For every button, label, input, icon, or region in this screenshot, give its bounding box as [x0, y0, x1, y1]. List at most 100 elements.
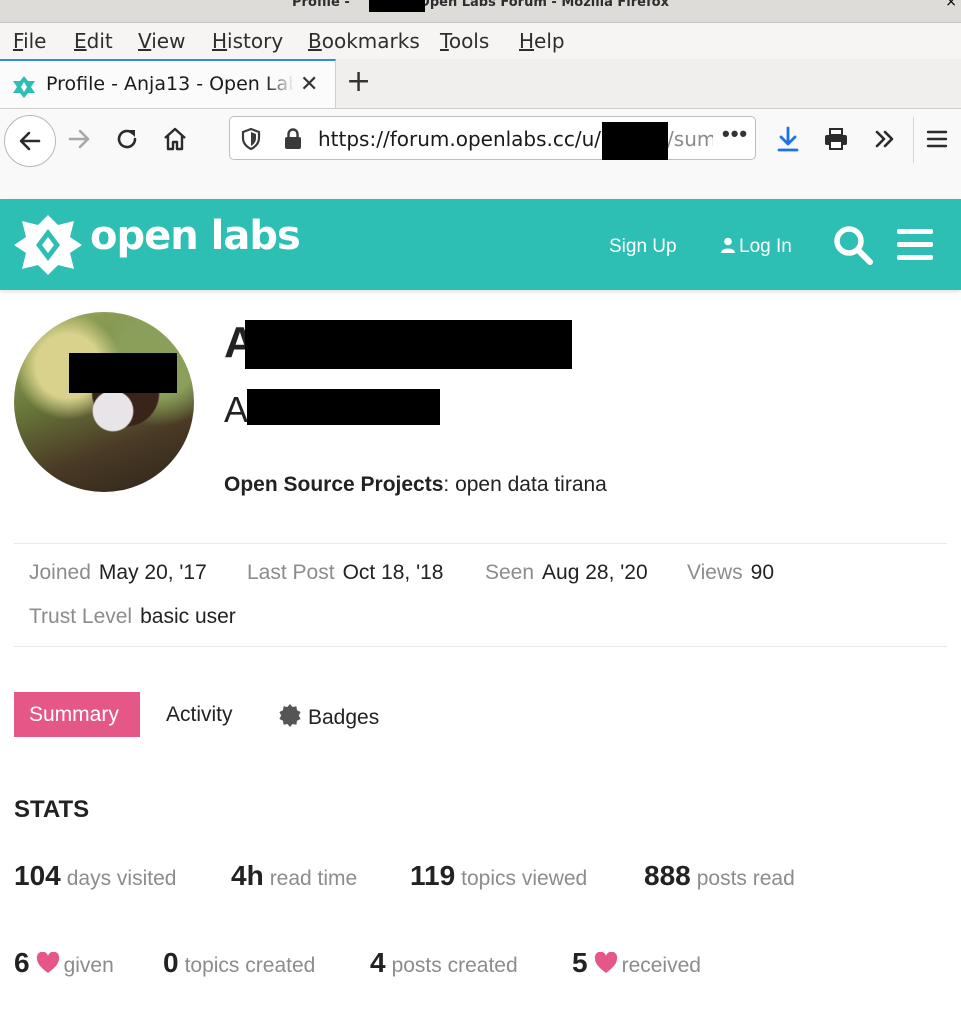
forum-header: open labs Sign Up Log In — [0, 199, 961, 290]
window-title-prefix: Profile - — [292, 0, 350, 10]
reload-icon — [117, 129, 137, 149]
redaction-bar — [369, 0, 425, 12]
overflow-icon — [875, 130, 894, 148]
stat-label: given — [63, 954, 114, 977]
reload-button[interactable] — [102, 114, 152, 164]
print-button[interactable] — [811, 114, 861, 164]
window-title: Profile - Open Labs Forum - Mozilla Fire… — [292, 0, 669, 10]
window-close-button[interactable]: × — [945, 0, 957, 9]
page-actions-button[interactable]: ••• — [722, 121, 748, 147]
downloads-button[interactable] — [763, 114, 813, 164]
tab-summary[interactable]: Summary — [14, 692, 140, 737]
meta-label: Joined — [29, 561, 91, 584]
stat-posts-read: 888 posts read — [644, 860, 795, 892]
stat-value: 119 — [410, 860, 456, 891]
redaction-bar — [602, 122, 668, 160]
log-in-button[interactable]: Log In — [721, 236, 792, 259]
open-labs-logo-icon — [14, 215, 82, 275]
print-icon — [825, 128, 847, 150]
url-tail: /summary — [667, 127, 713, 151]
heart-icon — [36, 951, 60, 979]
redaction-bar — [245, 320, 572, 369]
back-icon — [19, 131, 41, 151]
forward-button[interactable] — [54, 114, 104, 164]
forward-icon — [68, 129, 90, 149]
url-main: https://forum.openlabs.cc/u/ — [318, 127, 602, 151]
divider — [14, 646, 947, 647]
badge-icon — [278, 703, 302, 733]
new-tab-button[interactable]: + — [346, 64, 371, 99]
back-button[interactable] — [4, 115, 56, 167]
tab-badges[interactable]: Badges — [278, 703, 379, 733]
home-button[interactable] — [150, 114, 200, 164]
stat-value: 5 — [572, 947, 588, 978]
app-menu-button[interactable] — [926, 114, 961, 164]
meta-seen: Seen Aug 28, '20 — [485, 561, 648, 585]
home-icon — [164, 127, 186, 151]
navigation-toolbar: https://forum.openlabs.cc/u/ /summary ••• — [0, 109, 961, 199]
download-icon — [777, 126, 799, 152]
user-icon — [721, 237, 735, 259]
menu-bar: File Edit View History Bookmarks Tools H… — [0, 23, 961, 59]
stat-value: 0 — [163, 947, 179, 978]
menu-file[interactable]: File — [13, 29, 46, 53]
meta-value: basic user — [140, 605, 236, 628]
stat-value: 888 — [644, 860, 691, 891]
window-titlebar: Profile - Open Labs Forum - Mozilla Fire… — [0, 0, 961, 23]
stat-days-visited: 104 days visited — [14, 860, 176, 892]
hamburger-icon — [926, 130, 948, 148]
heart-icon — [594, 951, 618, 979]
url-bar[interactable]: https://forum.openlabs.cc/u/ /summary ••• — [229, 116, 756, 160]
stat-value: 4 — [370, 947, 386, 978]
hamburger-icon — [897, 229, 933, 260]
stat-label: topics created — [184, 954, 316, 977]
stat-posts-created: 4 posts created — [370, 947, 518, 979]
meta-views: Views 90 — [687, 561, 774, 585]
site-logo[interactable] — [14, 215, 82, 280]
menu-view[interactable]: View — [138, 29, 185, 53]
tab-label: Profile - Anja13 - Open Labs Forum — [46, 73, 294, 95]
tab-strip: Profile - Anja13 - Open Labs Forum ✕ + — [0, 59, 961, 109]
menu-tools[interactable]: Tools — [440, 29, 489, 53]
lock-icon[interactable] — [282, 127, 304, 156]
shield-icon[interactable] — [240, 127, 262, 156]
hamburger-menu-button[interactable] — [896, 227, 934, 266]
stat-topics-created: 0 topics created — [163, 947, 315, 979]
site-favicon-icon — [12, 75, 36, 104]
window-title-suffix: Open Labs Forum - Mozilla Firefox — [418, 0, 669, 10]
stat-label: read time — [269, 867, 358, 890]
meta-label: Views — [687, 561, 743, 584]
meta-value: 90 — [750, 561, 774, 584]
menu-help[interactable]: Help — [519, 29, 565, 53]
brand-wordmark[interactable]: open labs — [90, 213, 301, 259]
toolbar-separator — [913, 117, 914, 163]
tab-activity[interactable]: Activity — [166, 703, 233, 727]
menu-edit[interactable]: Edit — [74, 29, 113, 53]
search-button[interactable] — [832, 224, 874, 271]
redaction-bar — [69, 353, 177, 393]
meta-value: Aug 28, '20 — [542, 561, 648, 584]
menu-history[interactable]: History — [212, 29, 283, 53]
stat-label: posts created — [391, 954, 518, 977]
tab-close-icon[interactable]: ✕ — [300, 71, 318, 97]
stat-label: days visited — [66, 867, 177, 890]
profile-custom-field: Open Source Projects: open data tirana — [224, 473, 607, 497]
meta-trust-level: Trust Level basic user — [29, 605, 236, 629]
meta-label: Last Post — [247, 561, 335, 584]
stats-heading: STATS — [14, 796, 90, 823]
stat-value: 6 — [14, 947, 30, 978]
meta-last-post: Last Post Oct 18, '18 — [247, 561, 443, 585]
overflow-menu-button[interactable] — [860, 114, 910, 164]
meta-label: Seen — [485, 561, 535, 584]
field-value: : open data tirana — [443, 473, 607, 496]
tab-profile[interactable]: Profile - Anja13 - Open Labs Forum ✕ — [0, 59, 336, 108]
profile-username: A — [224, 389, 249, 430]
stat-read-time: 4h read time — [231, 860, 357, 892]
divider — [14, 543, 947, 544]
meta-label: Trust Level — [29, 605, 133, 628]
stat-value: 4h — [231, 860, 264, 891]
meta-value: Oct 18, '18 — [342, 561, 444, 584]
menu-bookmarks[interactable]: Bookmarks — [308, 29, 420, 53]
sign-up-button[interactable]: Sign Up — [609, 236, 677, 258]
search-icon — [834, 226, 873, 265]
